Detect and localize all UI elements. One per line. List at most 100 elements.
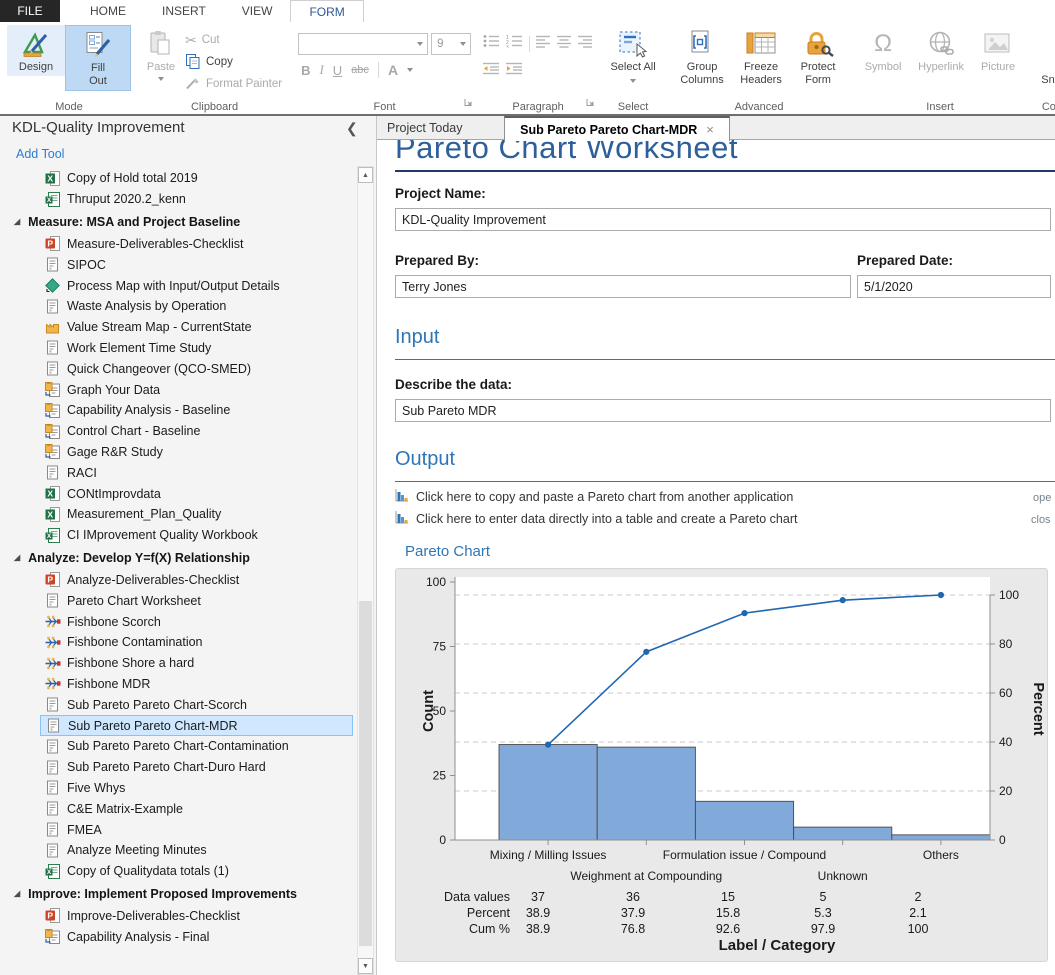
svg-text:76.8: 76.8 xyxy=(621,922,645,936)
sidebar-item[interactable]: XCopy of Hold total 2019 xyxy=(40,168,353,189)
align-center-button[interactable] xyxy=(557,35,572,53)
numbered-list-button[interactable]: 123 xyxy=(506,34,523,53)
sidebar-section-header[interactable]: ◢Improve: Implement Proposed Improvement… xyxy=(14,882,356,906)
svg-text:38.9: 38.9 xyxy=(526,922,550,936)
sidebar-item-selected[interactable]: Sub Pareto Pareto Chart-MDR xyxy=(40,715,353,736)
sidebar-item[interactable]: PMeasure-Deliverables-Checklist xyxy=(40,234,353,255)
sidebar-item[interactable]: XCI IMprovement Quality Workbook xyxy=(40,525,353,546)
sidebar-item[interactable]: Waste Analysis by Operation xyxy=(40,296,353,317)
sidebar-item[interactable]: Control Chart - Baseline xyxy=(40,421,353,442)
close-link-truncated[interactable]: clos xyxy=(1031,514,1051,526)
sidebar-item[interactable]: Fishbone Contamination xyxy=(40,632,353,653)
prepared-by-input[interactable] xyxy=(395,275,851,298)
project-name-input[interactable] xyxy=(395,208,1051,231)
sidebar-item[interactable]: XCopy of Qualitydata totals (1) xyxy=(40,861,353,882)
sidebar-item[interactable]: Fishbone Scorch xyxy=(40,611,353,632)
cut-button[interactable]: ✂ Cut xyxy=(181,29,286,51)
bold-button[interactable]: B xyxy=(301,63,310,78)
protect-form-button[interactable]: Protect Form xyxy=(791,25,845,89)
paragraph-dialog-launcher-icon[interactable] xyxy=(586,94,595,112)
design-button[interactable]: Design xyxy=(7,25,65,76)
doc-tab-sub-pareto-mdr[interactable]: Sub Pareto Pareto Chart-MDR × xyxy=(504,116,730,141)
sidebar-item[interactable]: XThruput 2020.2_kenn xyxy=(40,189,353,210)
scroll-up-icon[interactable]: ▲ xyxy=(358,167,373,183)
sidebar-item[interactable]: Gage R&R Study xyxy=(40,442,353,463)
italic-button[interactable]: I xyxy=(319,62,323,78)
sidebar-item[interactable]: Process Map with Input/Output Details xyxy=(40,275,353,296)
describe-data-input[interactable] xyxy=(395,399,1051,422)
strikethrough-button[interactable]: abc xyxy=(351,64,369,76)
fill-out-button[interactable]: Fill Out xyxy=(65,25,131,91)
tab-form[interactable]: FORM xyxy=(290,0,363,22)
sidebar-item[interactable]: Work Element Time Study xyxy=(40,338,353,359)
take-snapshot-button[interactable]: Take Snapshot xyxy=(1035,25,1055,89)
font-color-button[interactable]: A xyxy=(388,62,398,78)
increase-indent-button[interactable] xyxy=(506,62,523,80)
sidebar-scrollbar[interactable]: ▲ ▼ xyxy=(357,166,374,975)
prepared-date-input[interactable] xyxy=(857,275,1051,298)
tab-insert[interactable]: INSERT xyxy=(144,0,224,22)
paste-button[interactable]: Paste xyxy=(143,25,179,83)
sidebar-item-label: Quick Changeover (QCO-SMED) xyxy=(67,362,251,376)
paste-pareto-link[interactable]: Click here to copy and paste a Pareto ch… xyxy=(395,489,793,505)
hyperlink-button[interactable]: Hyperlink xyxy=(909,25,973,76)
sidebar-item[interactable]: Fishbone MDR xyxy=(40,674,353,695)
sidebar-item[interactable]: Value Stream Map - CurrentState xyxy=(40,317,353,338)
font-dialog-launcher-icon[interactable] xyxy=(464,94,473,112)
symbol-button[interactable]: Ω Symbol xyxy=(857,25,909,76)
enter-data-link[interactable]: Click here to enter data directly into a… xyxy=(395,511,797,527)
group-columns-button[interactable]: Group Columns xyxy=(673,25,731,89)
scroll-down-icon[interactable]: ▼ xyxy=(358,958,373,974)
sidebar-item[interactable]: XCONtImprovdata xyxy=(40,483,353,504)
tree-expanded-icon[interactable]: ◢ xyxy=(14,217,20,226)
sidebar-item[interactable]: Quick Changeover (QCO-SMED) xyxy=(40,358,353,379)
sidebar-item[interactable]: XMeasurement_Plan_Quality xyxy=(40,504,353,525)
tree-expanded-icon[interactable]: ◢ xyxy=(14,889,20,898)
copy-button[interactable]: Copy xyxy=(181,51,286,73)
sidebar-item[interactable]: Pareto Chart Worksheet xyxy=(40,590,353,611)
sidebar-item[interactable]: C&E Matrix-Example xyxy=(40,798,353,819)
sidebar-item[interactable]: SIPOC xyxy=(40,254,353,275)
sidebar-item[interactable]: Sub Pareto Pareto Chart-Duro Hard xyxy=(40,757,353,778)
sidebar-item[interactable]: Capability Analysis - Final xyxy=(40,926,353,947)
form-icon xyxy=(45,361,60,376)
sidebar-item[interactable]: Sub Pareto Pareto Chart-Contamination xyxy=(40,736,353,757)
sidebar-section-header[interactable]: ◢Analyze: Develop Y=f(X) Relationship xyxy=(14,546,356,570)
sidebar-item[interactable]: RACI xyxy=(40,462,353,483)
add-tool-link[interactable]: Add Tool xyxy=(16,147,64,161)
underline-button[interactable]: U xyxy=(333,63,342,78)
sidebar-item[interactable]: Fishbone Shore a hard xyxy=(40,653,353,674)
sidebar-collapse-icon[interactable]: ❮ xyxy=(346,120,358,137)
font-family-combo[interactable] xyxy=(298,33,428,55)
sidebar-item[interactable]: PImprove-Deliverables-Checklist xyxy=(40,906,353,927)
sidebar-section-header[interactable]: ◢Measure: MSA and Project Baseline xyxy=(14,210,356,234)
format-painter-button[interactable]: Format Painter xyxy=(181,73,286,95)
tab-home[interactable]: HOME xyxy=(72,0,144,22)
bullet-list-button[interactable] xyxy=(483,34,500,53)
align-right-button[interactable] xyxy=(578,35,593,53)
sidebar-item[interactable]: Sub Pareto Pareto Chart-Scorch xyxy=(40,694,353,715)
sidebar-item[interactable]: Capability Analysis - Baseline xyxy=(40,400,353,421)
scrollbar-thumb[interactable] xyxy=(359,601,372,946)
open-link-truncated[interactable]: ope xyxy=(1033,492,1051,504)
sidebar-item-label: Fishbone MDR xyxy=(67,677,150,691)
picture-button[interactable]: Picture xyxy=(973,25,1023,76)
svg-text:X: X xyxy=(47,869,52,876)
protect-form-label: Protect Form xyxy=(794,61,842,87)
select-all-button[interactable]: Select All xyxy=(605,25,661,89)
close-tab-icon[interactable]: × xyxy=(706,122,714,137)
sidebar-item[interactable]: Analyze Meeting Minutes xyxy=(40,840,353,861)
tree-expanded-icon[interactable]: ◢ xyxy=(14,553,20,562)
font-size-combo[interactable]: 9 xyxy=(431,33,471,55)
sidebar-item[interactable]: PAnalyze-Deliverables-Checklist xyxy=(40,570,353,591)
tab-view[interactable]: VIEW xyxy=(224,0,291,22)
decrease-indent-button[interactable] xyxy=(483,62,500,80)
align-left-button[interactable] xyxy=(536,35,551,53)
doc-tab-project-today[interactable]: Project Today xyxy=(387,116,463,140)
sidebar-item[interactable]: Five Whys xyxy=(40,778,353,799)
freeze-headers-button[interactable]: Freeze Headers xyxy=(731,25,791,89)
svg-text:36: 36 xyxy=(626,890,640,904)
tab-file[interactable]: FILE xyxy=(0,0,60,22)
sidebar-item[interactable]: FMEA xyxy=(40,819,353,840)
sidebar-item[interactable]: Graph Your Data xyxy=(40,379,353,400)
